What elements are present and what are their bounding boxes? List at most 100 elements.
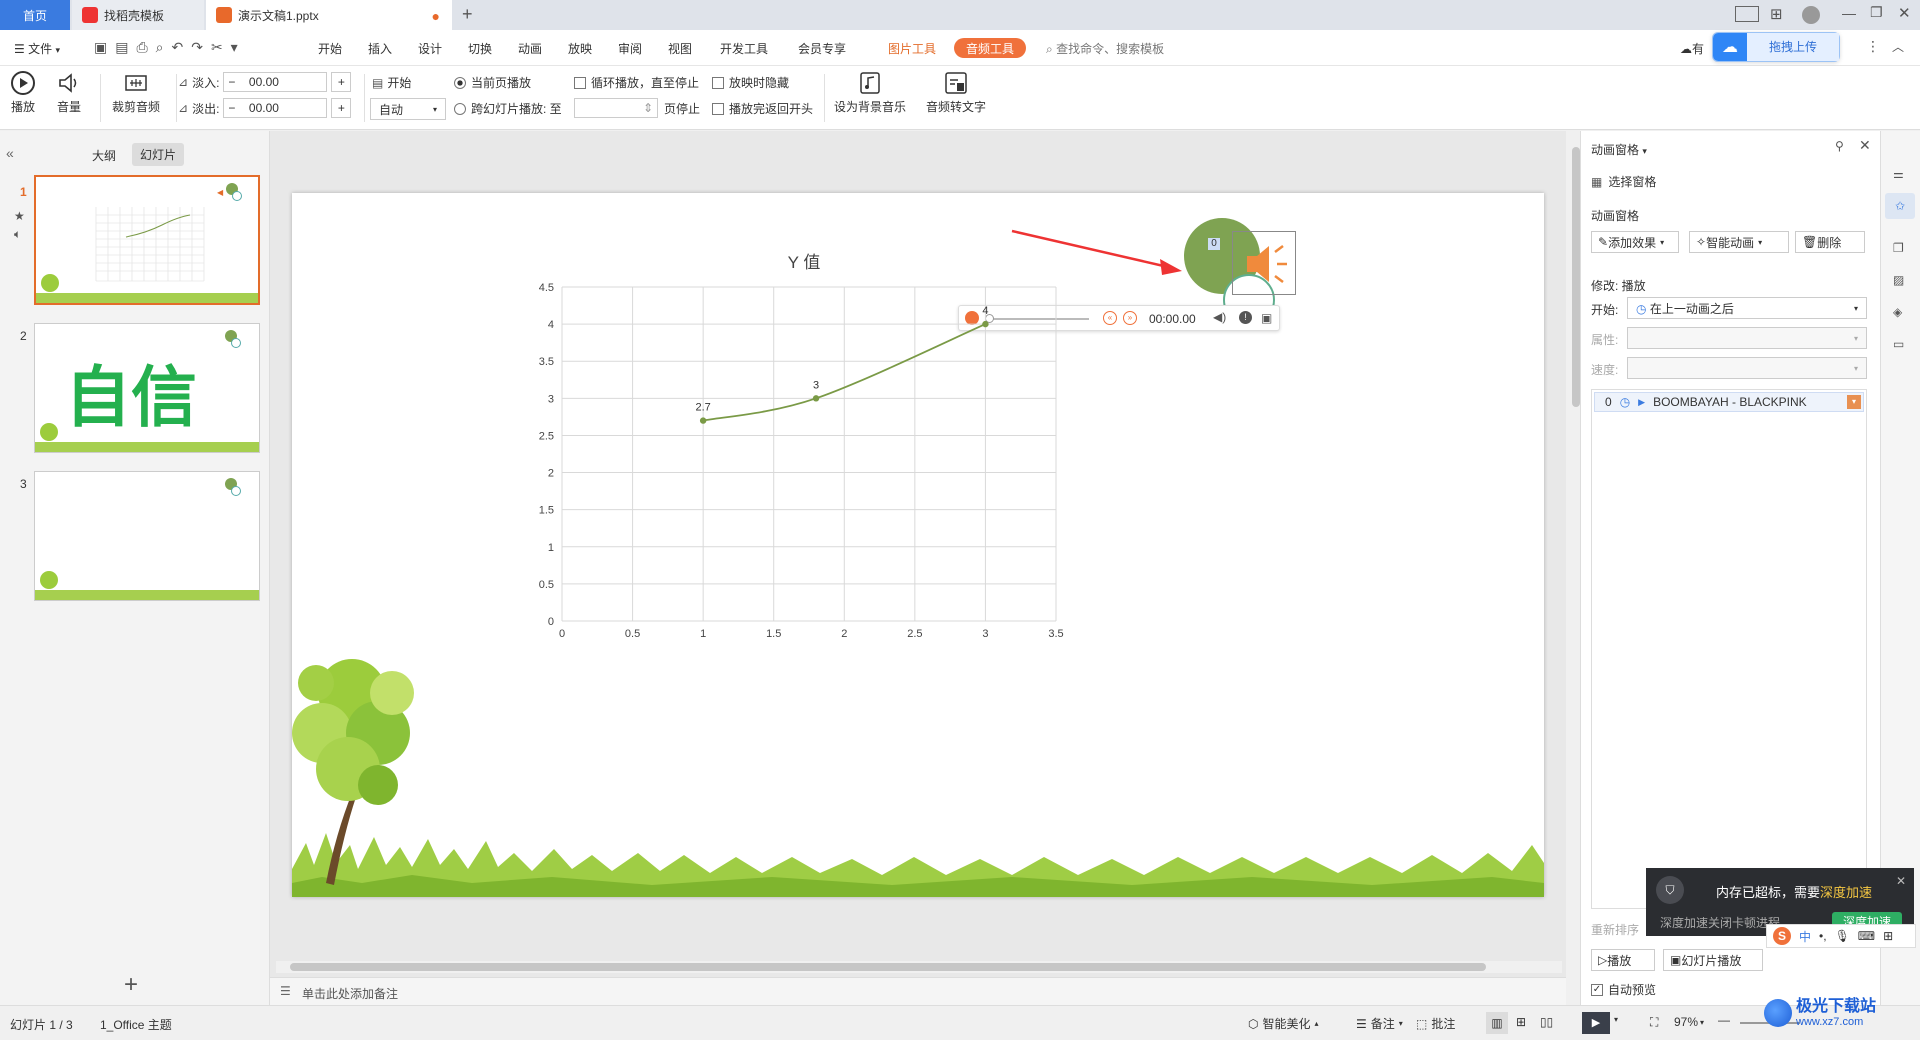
- file-menu[interactable]: ☰ 文件 ▾: [14, 40, 60, 57]
- delete-button[interactable]: 🗑︎ 删除: [1795, 231, 1865, 253]
- notes-button[interactable]: ☰ 备注 ▾: [1356, 1015, 1403, 1032]
- menu-transition[interactable]: 切换: [468, 40, 492, 57]
- copy-icon[interactable]: ❐: [1893, 241, 1904, 255]
- tab-home[interactable]: 首页: [0, 0, 70, 30]
- fade-in-plus-button[interactable]: +: [331, 72, 352, 92]
- menu-slideshow[interactable]: 放映: [568, 40, 592, 57]
- ime-mode-icon[interactable]: 中: [1799, 928, 1811, 945]
- hide-checkbox-row[interactable]: 放映时隐藏: [712, 74, 789, 91]
- zoom-level[interactable]: 97% ▾: [1674, 1015, 1704, 1029]
- auto-preview-checkbox[interactable]: ✓: [1591, 983, 1603, 996]
- adjust-icon[interactable]: ⚌: [1893, 167, 1904, 181]
- book-icon[interactable]: ▭: [1893, 337, 1904, 351]
- grid-icon[interactable]: ⊞: [1770, 5, 1783, 23]
- minimize-icon[interactable]: —: [1842, 5, 1856, 21]
- image-icon[interactable]: ▨: [1893, 273, 1904, 287]
- hide-checkbox[interactable]: [712, 76, 724, 89]
- line-chart[interactable]: Y 值 0 0.5 1 1.5 2 2.5 3 3.5 4 4.5 0 0.5 1 1.5 2 2.5 3 3.…: [292, 193, 1544, 897]
- layout-icon[interactable]: [1735, 6, 1759, 22]
- trim-audio-button[interactable]: 裁剪音频: [112, 70, 160, 115]
- add-slide-button[interactable]: +: [124, 971, 138, 999]
- slide[interactable]: 0 « » 00:00.00 ◀) ! ▣ Y 值 0 0.5 1 1.5 2 2.5 3 3…: [292, 193, 1544, 897]
- zoom-out-icon[interactable]: —: [1718, 1013, 1730, 1027]
- horizontal-scrollbar[interactable]: [276, 961, 1562, 973]
- punctuation-icon[interactable]: •,: [1819, 929, 1827, 943]
- horizontal-scroll-thumb[interactable]: [290, 963, 1486, 971]
- menu-picture-tools[interactable]: 图片工具: [888, 40, 936, 57]
- cloud-status[interactable]: ☁有: [1680, 40, 1704, 57]
- collapse-pane-icon[interactable]: «: [6, 145, 14, 161]
- apps-icon[interactable]: ⊞: [1883, 929, 1893, 943]
- current-page-radio[interactable]: [454, 76, 466, 89]
- fade-out-input[interactable]: −00.00: [223, 98, 328, 118]
- new-tab-button[interactable]: +: [462, 4, 473, 25]
- notes-bar[interactable]: ☰ 单击此处添加备注: [270, 977, 1566, 1005]
- fade-in-input[interactable]: −00.00: [223, 72, 328, 92]
- avatar[interactable]: [1802, 6, 1820, 24]
- slide-thumbnail-1[interactable]: ◀: [34, 175, 260, 305]
- volume-button[interactable]: 音量: [56, 70, 82, 115]
- animation-tool-icon[interactable]: ✩: [1885, 193, 1915, 219]
- tab-template[interactable]: 找稻壳模板: [72, 0, 204, 30]
- menu-animation[interactable]: 动画: [518, 40, 542, 57]
- animation-list-item[interactable]: 0 ◷ ▶ BOOMBAYAH - BLACKPINK ▾: [1594, 392, 1864, 412]
- chevron-down-icon[interactable]: ▾: [1614, 1015, 1618, 1024]
- anim-start-select[interactable]: ◷ 在上一动画之后 ▾: [1627, 297, 1867, 319]
- fade-in-minus-icon[interactable]: −: [228, 75, 235, 89]
- cross-slide-radio[interactable]: [454, 102, 466, 115]
- vertical-scroll-thumb[interactable]: [1572, 147, 1580, 407]
- tab-document[interactable]: 演示文稿1.pptx ●: [206, 0, 452, 30]
- mic-icon[interactable]: 🎙︎: [1835, 929, 1850, 943]
- comment-button[interactable]: ⬚ 批注: [1416, 1015, 1455, 1032]
- slide-thumbnail-3[interactable]: [34, 471, 260, 601]
- ime-toolbar[interactable]: S 中 •, 🎙︎ ⌨ ⊞: [1766, 924, 1916, 948]
- normal-view-icon[interactable]: ▥: [1486, 1012, 1508, 1034]
- sorter-view-icon[interactable]: ⊞: [1516, 1015, 1526, 1029]
- bg-music-button[interactable]: 设为背景音乐: [834, 70, 906, 115]
- menu-developer[interactable]: 开发工具: [720, 40, 768, 57]
- slide-thumbnail-2[interactable]: 自信: [34, 323, 260, 453]
- loop-checkbox[interactable]: [574, 76, 586, 89]
- menu-view[interactable]: 视图: [668, 40, 692, 57]
- rewind-checkbox[interactable]: [712, 102, 724, 115]
- add-effect-button[interactable]: ✎ 添加效果 ▾: [1591, 231, 1679, 253]
- close-popup-icon[interactable]: ✕: [1896, 874, 1906, 888]
- command-search[interactable]: ⌕ 查找命令、搜索模板: [1046, 40, 1164, 57]
- upload-widget[interactable]: ☁ 拖拽上传: [1712, 32, 1840, 62]
- auto-preview-row[interactable]: ✓ 自动预览: [1591, 981, 1656, 998]
- play-button[interactable]: 播放: [10, 70, 36, 115]
- menu-start[interactable]: 开始: [318, 40, 342, 57]
- fit-window-icon[interactable]: ⛶: [1650, 1015, 1658, 1030]
- loop-checkbox-row[interactable]: 循环播放，直至停止: [574, 74, 699, 91]
- slideshow-start-button[interactable]: ▶: [1582, 1012, 1610, 1034]
- preview-play-button[interactable]: ▷ 播放: [1591, 949, 1655, 971]
- menu-design[interactable]: 设计: [418, 40, 442, 57]
- menu-insert[interactable]: 插入: [368, 40, 392, 57]
- keyboard-icon[interactable]: ⌨: [1858, 929, 1875, 943]
- menu-review[interactable]: 审阅: [618, 40, 642, 57]
- cross-slide-radio-row[interactable]: 跨幻灯片播放: 至: [454, 100, 562, 117]
- menu-audio-tools[interactable]: 音频工具: [954, 38, 1027, 58]
- fade-out-minus-icon[interactable]: −: [228, 101, 235, 115]
- close-pane-icon[interactable]: ✕: [1859, 137, 1871, 154]
- pin-icon[interactable]: ⚲: [1835, 139, 1844, 153]
- anim-item-dropdown-icon[interactable]: ▾: [1847, 395, 1861, 409]
- start-select[interactable]: 自动 ▾: [370, 98, 446, 120]
- tab-outline[interactable]: 大纲: [92, 147, 116, 164]
- slideshow-play-button[interactable]: ▣ 幻灯片播放: [1663, 949, 1763, 971]
- smart-animation-button[interactable]: ✧ 智能动画 ▾: [1689, 231, 1789, 253]
- current-page-radio-row[interactable]: 当前页播放: [454, 74, 531, 91]
- anim-speed-select[interactable]: ▾: [1627, 357, 1867, 379]
- collapse-ribbon-icon[interactable]: ︿: [1892, 38, 1904, 55]
- anim-property-select[interactable]: ▾: [1627, 327, 1867, 349]
- tab-slides[interactable]: 幻灯片: [132, 143, 185, 166]
- reading-view-icon[interactable]: ▯▯: [1540, 1015, 1553, 1029]
- cross-slide-spinner[interactable]: ⇕: [574, 98, 658, 118]
- audio-to-text-button[interactable]: 音频转文字: [926, 70, 986, 115]
- more-icon[interactable]: ⋮: [1866, 38, 1880, 55]
- select-pane-link[interactable]: ▦ 选择窗格: [1591, 173, 1656, 190]
- restore-icon[interactable]: ❐: [1870, 4, 1883, 21]
- menu-member[interactable]: 会员专享: [798, 40, 846, 57]
- location-icon[interactable]: ◈: [1893, 305, 1902, 319]
- smart-beautify-button[interactable]: ⬡ 智能美化 ▴: [1248, 1015, 1319, 1032]
